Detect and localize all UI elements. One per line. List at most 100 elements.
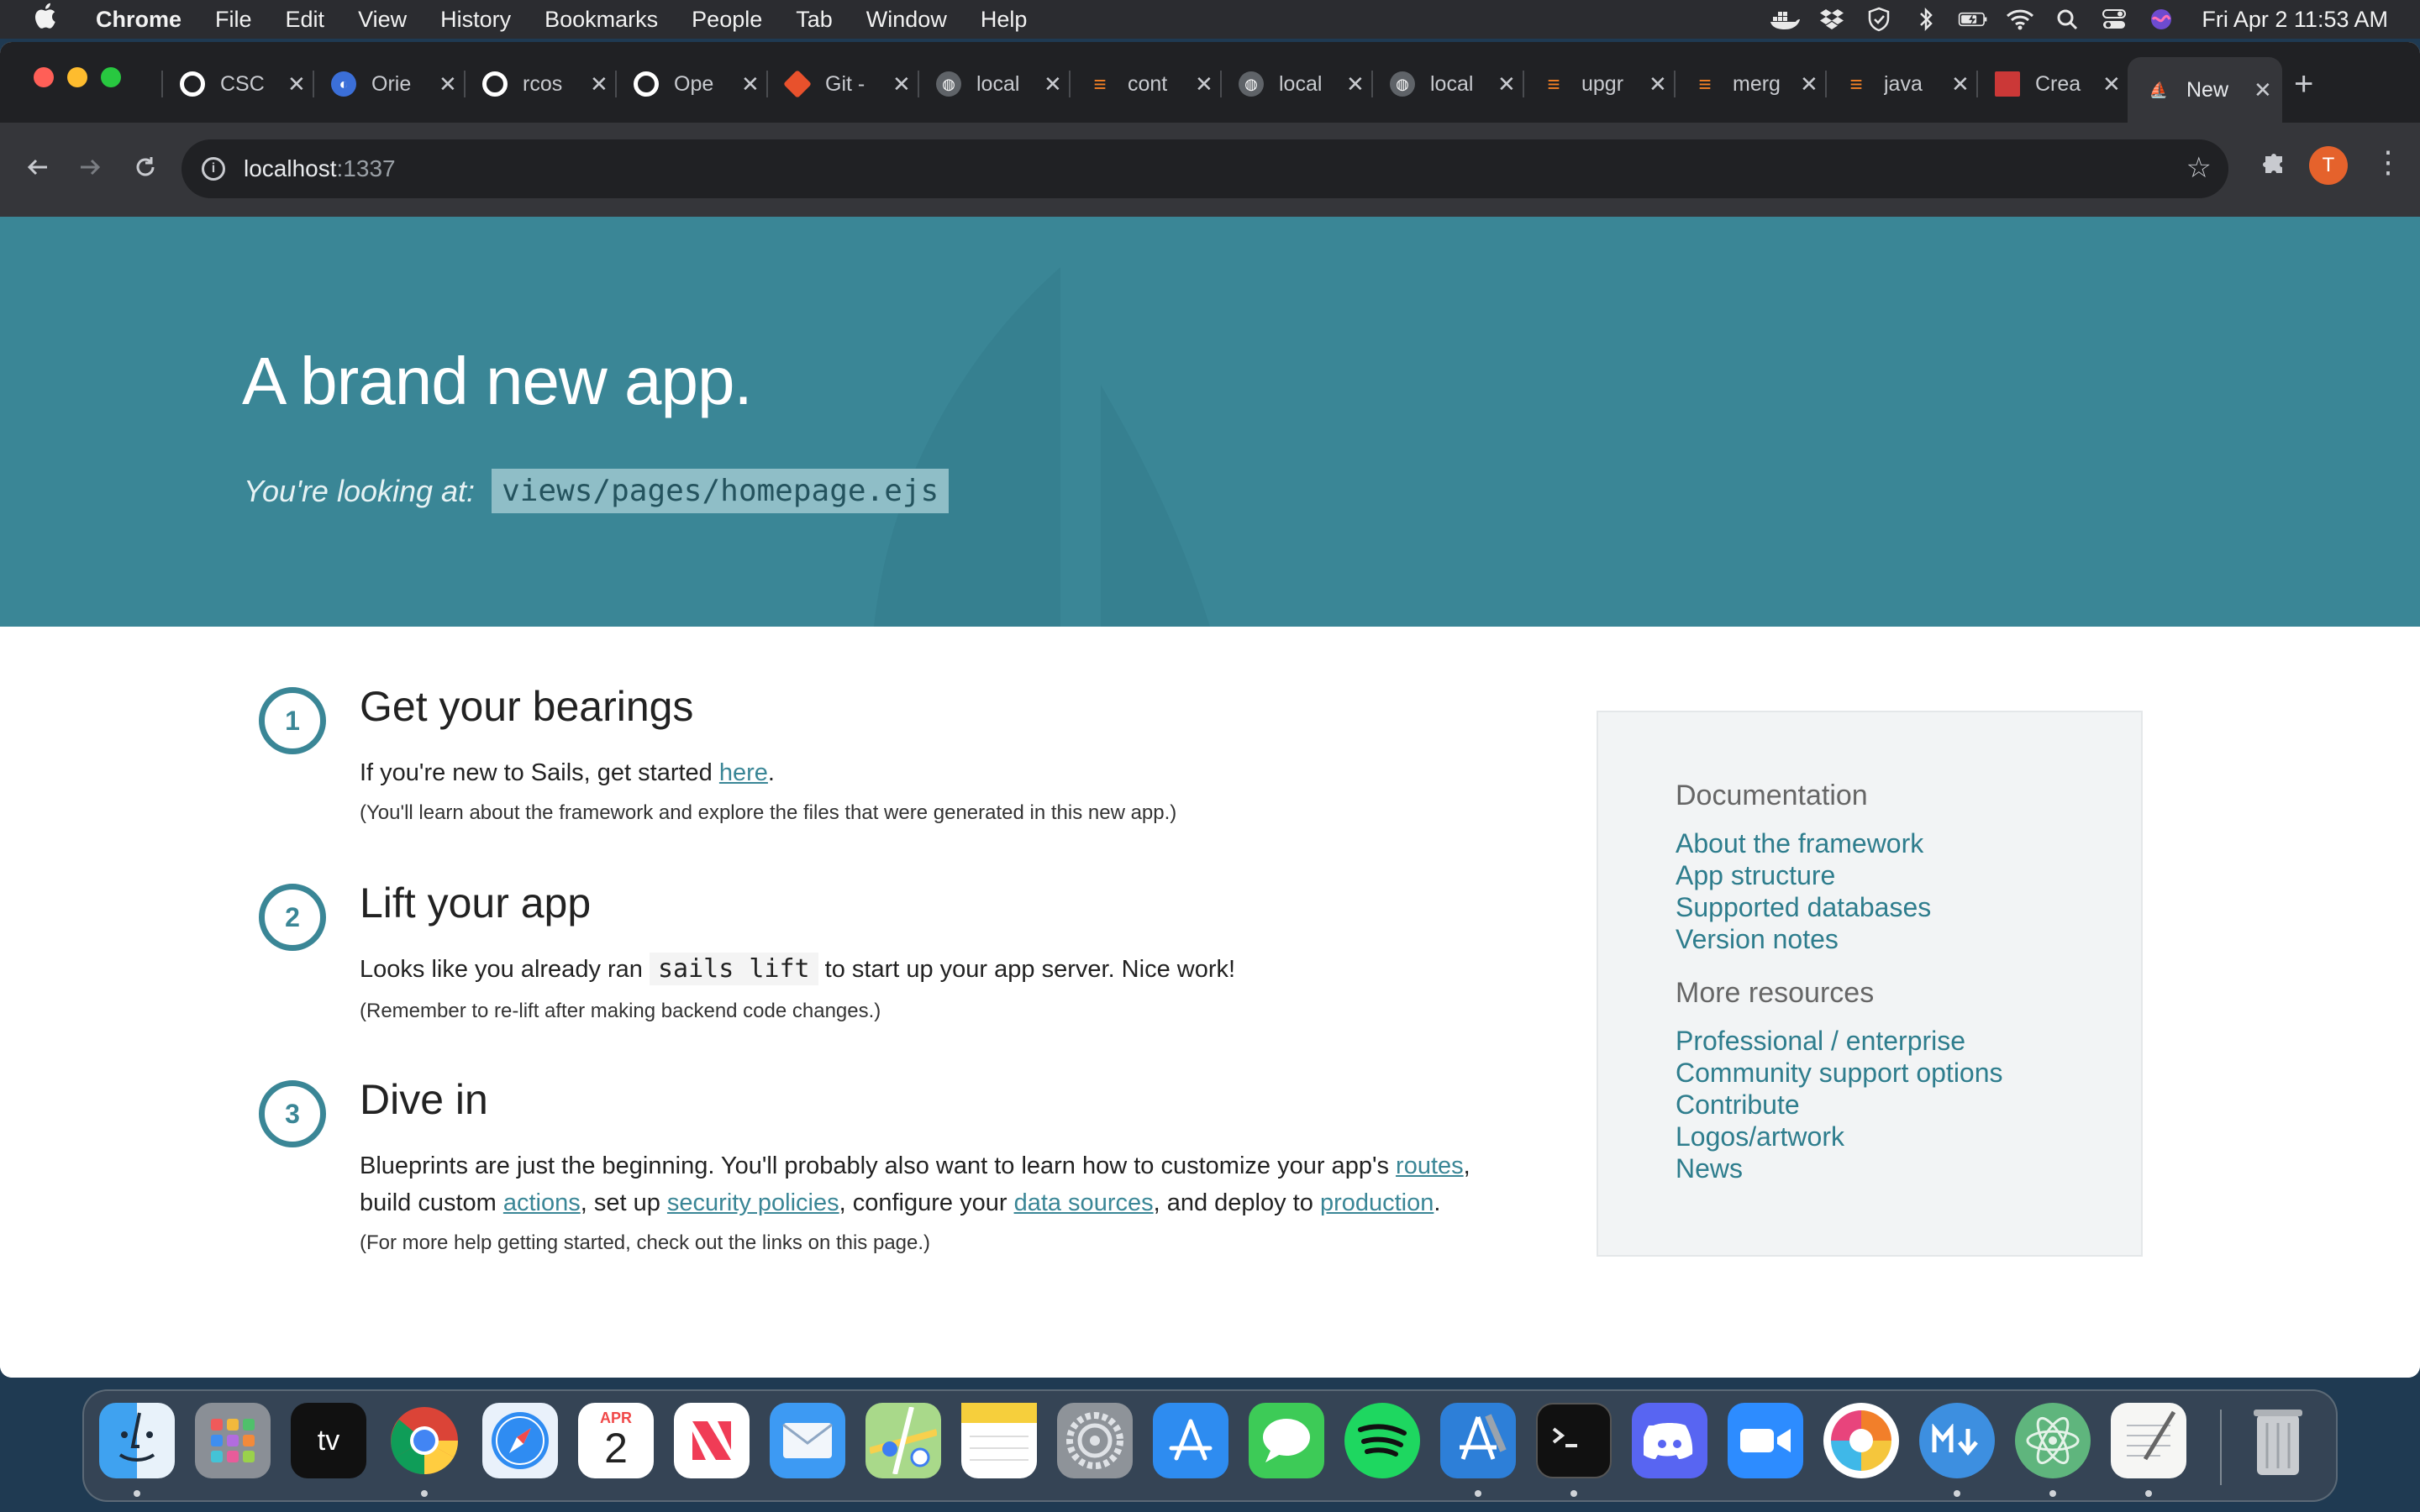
bluetooth-icon[interactable] bbox=[1911, 7, 1941, 32]
system-preferences-icon[interactable] bbox=[1057, 1403, 1133, 1478]
close-tab-icon[interactable]: ✕ bbox=[1346, 71, 1365, 97]
browser-tab[interactable]: ◐ Orie ✕ bbox=[313, 60, 464, 108]
docker-icon[interactable] bbox=[1770, 7, 1801, 32]
close-window-button[interactable] bbox=[34, 67, 54, 87]
menu-help[interactable]: Help bbox=[981, 7, 1028, 33]
xcode-icon[interactable] bbox=[1440, 1403, 1516, 1478]
siri-icon[interactable] bbox=[2146, 7, 2176, 32]
battery-icon[interactable] bbox=[1958, 7, 1988, 32]
trash-icon[interactable] bbox=[2240, 1403, 2316, 1478]
menu-people[interactable]: People bbox=[692, 7, 762, 33]
menu-chrome[interactable]: Chrome bbox=[96, 7, 182, 33]
production-link[interactable]: production bbox=[1320, 1189, 1434, 1216]
security-policies-link[interactable]: security policies bbox=[667, 1189, 839, 1216]
address-bar[interactable]: i localhost:1337 ☆ bbox=[182, 139, 2228, 198]
browser-tab[interactable]: ≡ merg ✕ bbox=[1674, 60, 1825, 108]
close-tab-icon[interactable]: ✕ bbox=[1195, 71, 1213, 97]
routes-link[interactable]: routes bbox=[1396, 1152, 1464, 1179]
close-tab-icon[interactable]: ✕ bbox=[741, 71, 760, 97]
close-tab-icon[interactable]: ✕ bbox=[1951, 71, 1970, 97]
shield-icon[interactable] bbox=[1864, 7, 1894, 32]
browser-tab[interactable]: ⛵ New ✕ bbox=[2128, 57, 2282, 123]
close-tab-icon[interactable]: ✕ bbox=[2102, 71, 2121, 97]
close-tab-icon[interactable]: ✕ bbox=[1497, 71, 1516, 97]
finder-icon[interactable] bbox=[99, 1403, 175, 1478]
sidebar-link-professional[interactable]: Professional / enterprise bbox=[1676, 1025, 2141, 1057]
zoom-icon[interactable] bbox=[1728, 1403, 1803, 1478]
close-tab-icon[interactable]: ✕ bbox=[287, 71, 306, 97]
chrome-menu-icon[interactable]: ⋮ bbox=[2373, 144, 2403, 180]
sidebar-link-logos-artwork[interactable]: Logos/artwork bbox=[1676, 1121, 2141, 1152]
forward-button[interactable] bbox=[71, 148, 109, 186]
spotlight-search-icon[interactable] bbox=[2052, 7, 2082, 32]
browser-tab[interactable]: rcos ✕ bbox=[464, 60, 615, 108]
extensions-puzzle-icon[interactable] bbox=[2260, 148, 2289, 183]
close-tab-icon[interactable]: ✕ bbox=[1649, 71, 1667, 97]
minimize-window-button[interactable] bbox=[67, 67, 87, 87]
textedit-icon[interactable] bbox=[2111, 1403, 2186, 1478]
news-icon[interactable] bbox=[674, 1403, 750, 1478]
data-sources-link[interactable]: data sources bbox=[1014, 1189, 1154, 1216]
menu-bookmarks[interactable]: Bookmarks bbox=[544, 7, 658, 33]
bookmark-star-icon[interactable]: ☆ bbox=[2186, 151, 2212, 185]
site-info-icon[interactable]: i bbox=[202, 157, 225, 181]
wifi-icon[interactable] bbox=[2005, 7, 2035, 32]
app-store-icon[interactable] bbox=[1153, 1403, 1228, 1478]
close-tab-icon[interactable]: ✕ bbox=[590, 71, 608, 97]
safari-icon[interactable] bbox=[482, 1403, 558, 1478]
close-tab-icon[interactable]: ✕ bbox=[1800, 71, 1818, 97]
profile-avatar[interactable]: T bbox=[2309, 146, 2348, 185]
launchpad-icon[interactable] bbox=[195, 1403, 271, 1478]
messages-icon[interactable] bbox=[1249, 1403, 1324, 1478]
reload-button[interactable] bbox=[126, 148, 165, 186]
sidebar-link-news[interactable]: News bbox=[1676, 1152, 2141, 1184]
browser-tab[interactable]: Git - ✕ bbox=[766, 60, 918, 108]
discord-icon[interactable] bbox=[1632, 1403, 1707, 1478]
browser-tab[interactable]: ◍ local ✕ bbox=[1371, 60, 1523, 108]
actions-link[interactable]: actions bbox=[503, 1189, 581, 1216]
menu-history[interactable]: History bbox=[440, 7, 511, 33]
maps-icon[interactable] bbox=[865, 1403, 941, 1478]
chromatic-icon[interactable] bbox=[1823, 1403, 1899, 1478]
browser-tab[interactable]: ≡ upgr ✕ bbox=[1523, 60, 1674, 108]
apple-menu-icon[interactable] bbox=[32, 2, 74, 37]
sidebar-link-supported-databases[interactable]: Supported databases bbox=[1676, 891, 2141, 923]
atom-icon[interactable] bbox=[2015, 1403, 2091, 1478]
menu-tab[interactable]: Tab bbox=[796, 7, 833, 33]
menu-view[interactable]: View bbox=[358, 7, 407, 33]
close-tab-icon[interactable]: ✕ bbox=[892, 71, 911, 97]
menu-window[interactable]: Window bbox=[866, 7, 947, 33]
calendar-icon[interactable]: APR 2 bbox=[578, 1403, 654, 1478]
sidebar-link-version-notes[interactable]: Version notes bbox=[1676, 923, 2141, 955]
sidebar-link-about-framework[interactable]: About the framework bbox=[1676, 827, 2141, 859]
sidebar-link-community-support[interactable]: Community support options bbox=[1676, 1057, 2141, 1089]
dropbox-icon[interactable] bbox=[1817, 7, 1847, 32]
browser-tab[interactable]: ≡ cont ✕ bbox=[1069, 60, 1220, 108]
browser-tab[interactable]: Crea ✕ bbox=[1976, 60, 2128, 108]
menu-file[interactable]: File bbox=[215, 7, 252, 33]
notes-icon[interactable] bbox=[961, 1403, 1037, 1478]
get-started-link[interactable]: here bbox=[719, 759, 768, 786]
close-tab-icon[interactable]: ✕ bbox=[2254, 77, 2272, 103]
new-tab-button[interactable]: + bbox=[2294, 66, 2313, 103]
zoom-window-button[interactable] bbox=[101, 67, 121, 87]
chrome-dock-icon[interactable] bbox=[387, 1403, 462, 1478]
sidebar-link-contribute[interactable]: Contribute bbox=[1676, 1089, 2141, 1121]
terminal-icon[interactable] bbox=[1536, 1403, 1612, 1478]
browser-tab[interactable]: ◍ local ✕ bbox=[918, 60, 1069, 108]
spotify-icon[interactable] bbox=[1344, 1403, 1420, 1478]
macdown-icon[interactable] bbox=[1919, 1403, 1995, 1478]
browser-tab[interactable]: ≡ java ✕ bbox=[1825, 60, 1976, 108]
browser-tab[interactable]: CSC ✕ bbox=[161, 60, 313, 108]
menu-bar-clock[interactable]: Fri Apr 2 11:53 AM bbox=[2202, 7, 2388, 33]
mail-icon[interactable] bbox=[770, 1403, 845, 1478]
close-tab-icon[interactable]: ✕ bbox=[439, 71, 457, 97]
control-center-icon[interactable] bbox=[2099, 7, 2129, 32]
close-tab-icon[interactable]: ✕ bbox=[1044, 71, 1062, 97]
sidebar-link-app-structure[interactable]: App structure bbox=[1676, 859, 2141, 891]
menu-edit[interactable]: Edit bbox=[286, 7, 325, 33]
browser-tab[interactable]: ◍ local ✕ bbox=[1220, 60, 1371, 108]
browser-tab[interactable]: Ope ✕ bbox=[615, 60, 766, 108]
back-button[interactable] bbox=[18, 148, 57, 186]
apple-tv-icon[interactable]: tv bbox=[291, 1403, 366, 1478]
